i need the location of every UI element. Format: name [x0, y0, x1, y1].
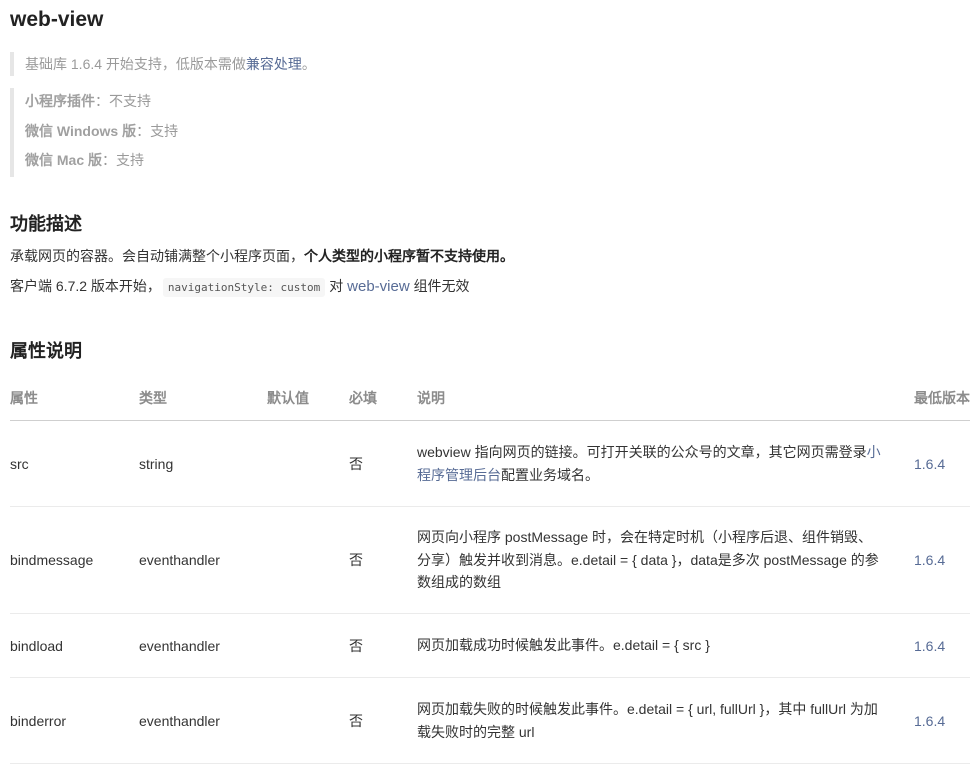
- platform-label: 微信 Windows 版: [25, 122, 137, 139]
- attr-type: eventhandler: [139, 506, 267, 614]
- attr-default: [267, 420, 349, 507]
- component-name: web-view: [347, 278, 410, 295]
- func-desc: 承载网页的容器。会自动铺满整个小程序页面，个人类型的小程序暂不支持使用。: [10, 246, 514, 266]
- platform-row: 小程序插件：不支持: [25, 88, 178, 118]
- attr-name: src: [10, 420, 139, 507]
- attr-version: 1.6.4: [914, 506, 970, 614]
- support-note-suffix: 。: [301, 56, 316, 72]
- client-note-prefix: 客户端 6.7.2 版本开始，: [10, 278, 161, 294]
- col-header: 类型: [139, 376, 267, 421]
- platform-value: ：支持: [102, 152, 145, 168]
- col-header: 最低版本: [914, 376, 970, 421]
- table-row: bindmessage eventhandler 否 网页向小程序 postMe…: [10, 506, 970, 614]
- platform-label: 小程序插件: [25, 93, 95, 109]
- attr-required: 否: [349, 506, 417, 614]
- attr-required: 否: [349, 420, 417, 507]
- attr-table: 属性 类型 默认值 必填 说明 最低版本 src string 否 webvie…: [10, 376, 970, 764]
- support-note: 基础库 1.6.4 开始支持，低版本需做兼容处理。: [10, 52, 316, 76]
- attr-required: 否: [349, 677, 417, 764]
- func-desc-text: 承载网页的容器。会自动铺满整个小程序页面，: [10, 248, 304, 264]
- compat-link[interactable]: 兼容处理: [246, 56, 302, 72]
- func-heading: 功能描述: [10, 214, 82, 234]
- attr-name: bindmessage: [10, 506, 139, 614]
- inline-code: navigationStyle: custom: [162, 278, 326, 297]
- attr-desc: 网页加载失败的时候触发此事件。e.detail = { url, fullUrl…: [417, 677, 914, 764]
- attr-desc: webview 指向网页的链接。可打开关联的公众号的文章，其它网页需登录小程序管…: [417, 420, 914, 507]
- func-desc-bold: 个人类型的小程序暂不支持使用。: [304, 248, 514, 264]
- platform-row: 微信 Windows 版：支持: [25, 118, 178, 148]
- platform-value: ：不支持: [95, 93, 151, 109]
- client-note: 客户端 6.7.2 版本开始， navigationStyle: custom 对 …: [10, 276, 470, 297]
- attr-type: string: [139, 420, 267, 507]
- table-row: src string 否 webview 指向网页的链接。可打开关联的公众号的文…: [10, 420, 970, 507]
- attr-version: 1.6.4: [914, 420, 970, 507]
- attr-name: binderror: [10, 677, 139, 764]
- attr-default: [267, 613, 349, 678]
- attr-type: eventhandler: [139, 613, 267, 678]
- attr-desc-text: webview 指向网页的链接。可打开关联的公众号的文章，其它网页需登录: [417, 444, 867, 460]
- client-note-mid: 对: [329, 278, 344, 294]
- attr-desc: 网页加载成功时候触发此事件。e.detail = { src }: [417, 613, 914, 678]
- attr-name: bindload: [10, 613, 139, 678]
- attr-version: 1.6.4: [914, 613, 970, 678]
- client-note-suffix: 组件无效: [413, 278, 470, 294]
- attr-heading: 属性说明: [10, 341, 82, 361]
- attr-default: [267, 506, 349, 614]
- table-row: bindload eventhandler 否 网页加载成功时候触发此事件。e.…: [10, 613, 970, 678]
- attr-desc: 网页向小程序 postMessage 时，会在特定时机（小程序后退、组件销毁、分…: [417, 506, 914, 614]
- attr-version: 1.6.4: [914, 677, 970, 764]
- col-header: 属性: [10, 376, 139, 421]
- support-note-prefix: 基础库 1.6.4 开始支持，低版本需做: [25, 56, 246, 72]
- platform-label: 微信 Mac 版: [25, 152, 103, 168]
- col-header: 必填: [349, 376, 417, 421]
- table-row: binderror eventhandler 否 网页加载失败的时候触发此事件。…: [10, 677, 970, 764]
- attr-type: eventhandler: [139, 677, 267, 764]
- attr-default: [267, 677, 349, 764]
- table-header-row: 属性 类型 默认值 必填 说明 最低版本: [10, 376, 970, 421]
- col-header: 说明: [417, 376, 914, 421]
- page-title: web-view: [10, 8, 104, 31]
- col-header: 默认值: [267, 376, 349, 421]
- platform-value: ：支持: [136, 122, 179, 139]
- attr-desc-text: 配置业务域名。: [501, 466, 599, 483]
- platform-row: 微信 Mac 版：支持: [25, 147, 178, 177]
- attr-required: 否: [349, 613, 417, 678]
- platform-support: 小程序插件：不支持 微信 Windows 版：支持 微信 Mac 版：支持: [10, 88, 178, 177]
